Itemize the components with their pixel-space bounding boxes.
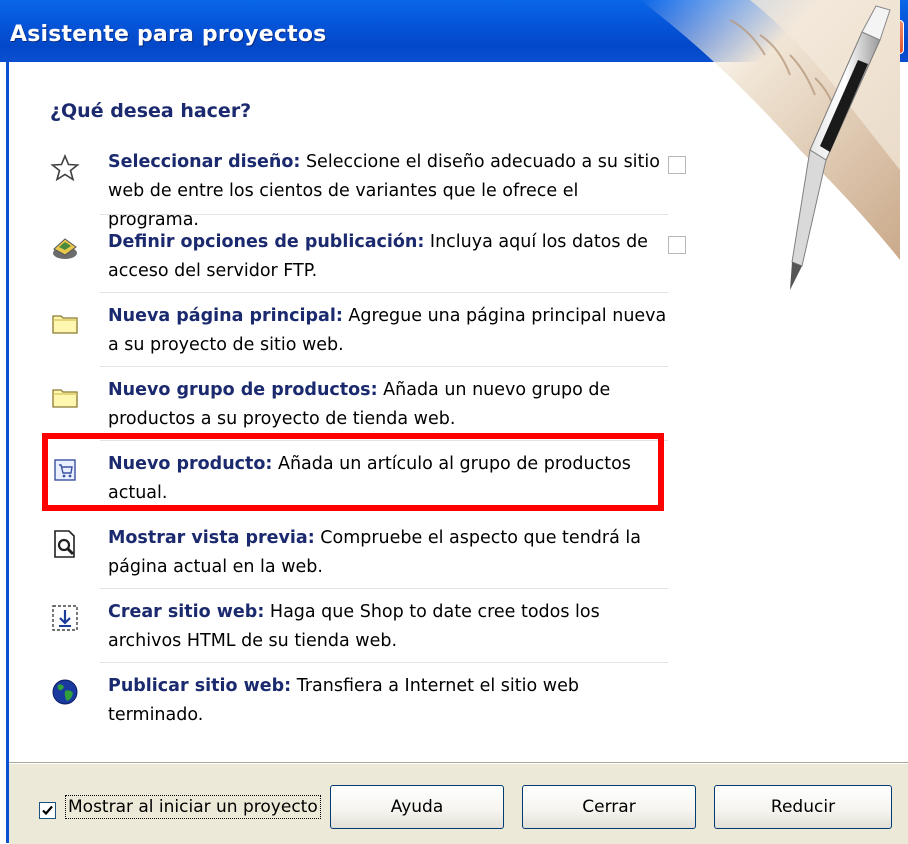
option-text: Definir opciones de publicación: Incluya… [108, 228, 668, 286]
option-text: Nuevo grupo de productos: Añada un nuevo… [108, 376, 668, 434]
highlight-box [42, 433, 664, 511]
folder-icon [52, 315, 78, 334]
star-icon [50, 153, 80, 182]
option-create-website[interactable]: Crear sitio web: Haga que Shop to date c… [50, 598, 668, 660]
window-title: Asistente para proyectos [10, 22, 327, 47]
option-title: Nueva página principal: [108, 306, 343, 326]
build-site-icon [52, 605, 78, 631]
minimize-button[interactable]: Reducir [714, 785, 892, 829]
option-select-design[interactable]: Seleccionar diseño: Seleccione el diseño… [50, 148, 686, 230]
option-text: Mostrar vista previa: Compruebe el aspec… [108, 524, 668, 582]
divider [100, 214, 668, 215]
option-text: Nueva página principal: Agregue una pági… [108, 302, 668, 360]
option-title: Publicar sitio web: [108, 676, 292, 696]
show-on-start-checkbox[interactable] [39, 802, 56, 819]
option-checkbox[interactable] [668, 156, 686, 174]
option-text: Crear sitio web: Haga que Shop to date c… [108, 598, 668, 656]
footer-bar: Mostrar al iniciar un proyecto Ayuda Cer… [9, 763, 908, 844]
divider [100, 366, 668, 367]
show-on-start-label[interactable]: Mostrar al iniciar un proyecto [65, 795, 321, 819]
option-title: Nuevo grupo de productos: [108, 380, 378, 400]
option-publish-website[interactable]: Publicar sitio web: Transfiera a Interne… [50, 672, 668, 734]
option-text: Seleccionar diseño: Seleccione el diseño… [108, 148, 668, 235]
option-publish-settings[interactable]: Definir opciones de publicación: Incluya… [50, 228, 686, 290]
preview-magnifier-icon [54, 530, 75, 558]
checkmark-icon [42, 805, 53, 816]
wizard-window: Asistente para proyectos ¿Qué desea hace… [0, 0, 908, 844]
help-button[interactable]: Ayuda [330, 785, 504, 829]
option-text: Publicar sitio web: Transfiera a Interne… [108, 672, 668, 730]
page-heading: ¿Qué desea hacer? [50, 100, 252, 122]
option-show-preview[interactable]: Mostrar vista previa: Compruebe el aspec… [50, 524, 668, 586]
option-checkbox[interactable] [668, 236, 686, 254]
divider [100, 588, 668, 589]
option-new-home-page[interactable]: Nueva página principal: Agregue una pági… [50, 302, 668, 364]
divider [100, 662, 668, 663]
publish-options-icon [53, 238, 77, 259]
folder-icon [52, 389, 78, 408]
option-new-product-group[interactable]: Nuevo grupo de productos: Añada un nuevo… [50, 376, 668, 438]
option-title: Seleccionar diseño: [108, 152, 301, 172]
divider [100, 292, 668, 293]
close-dialog-button[interactable]: Cerrar [522, 785, 696, 829]
option-title: Mostrar vista previa: [108, 528, 315, 548]
option-title: Crear sitio web: [108, 602, 265, 622]
option-title: Definir opciones de publicación: [108, 232, 425, 252]
globe-icon [52, 679, 78, 705]
